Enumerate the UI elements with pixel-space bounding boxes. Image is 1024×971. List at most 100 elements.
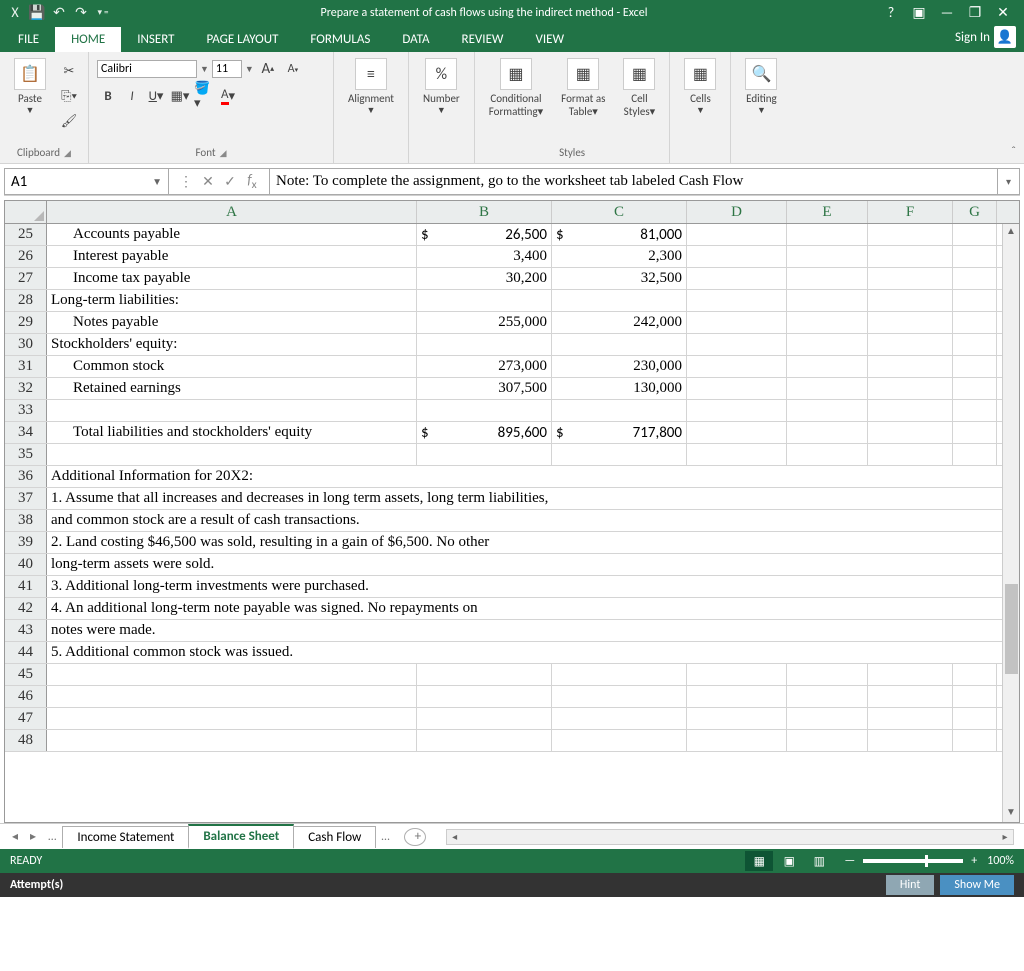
cell-styles-button[interactable]: ▦CellStyles▾ <box>617 56 661 120</box>
cell[interactable] <box>787 356 868 377</box>
cell[interactable] <box>552 708 687 729</box>
format-as-table-button[interactable]: ▦Format asTable▾ <box>555 56 611 120</box>
row-header[interactable]: 28 <box>5 290 47 311</box>
undo-icon[interactable]: ↶ <box>50 4 68 22</box>
shrink-font-icon[interactable]: A▾ <box>282 58 304 80</box>
cell[interactable]: 307,500 <box>417 378 552 399</box>
cell[interactable]: Stockholders' equity: <box>47 334 417 355</box>
cell[interactable]: Total liabilities and stockholders' equi… <box>47 422 417 443</box>
cell[interactable]: notes were made. <box>47 620 1005 641</box>
col-A[interactable]: A <box>47 201 417 223</box>
cancel-fx-icon[interactable]: ✕ <box>199 173 217 190</box>
redo-icon[interactable]: ↷ <box>72 4 90 22</box>
hint-button[interactable]: Hint <box>886 875 934 895</box>
cell[interactable] <box>47 400 417 421</box>
cell[interactable] <box>953 246 997 267</box>
row-header[interactable]: 41 <box>5 576 47 597</box>
cell[interactable]: $81,000 <box>552 224 687 245</box>
cell[interactable] <box>787 290 868 311</box>
cell[interactable] <box>417 444 552 465</box>
row-header[interactable]: 33 <box>5 400 47 421</box>
cell[interactable]: 32,500 <box>552 268 687 289</box>
zoom-level[interactable]: 100% <box>987 854 1014 868</box>
row-header[interactable]: 47 <box>5 708 47 729</box>
sheet-more[interactable]: … <box>375 830 395 844</box>
help-icon[interactable]: ? <box>880 4 902 21</box>
tab-file[interactable]: FILE <box>2 27 55 52</box>
cell[interactable] <box>687 708 787 729</box>
cell[interactable] <box>787 686 868 707</box>
collapse-ribbon-icon[interactable]: ˆ <box>1011 145 1016 159</box>
cell[interactable] <box>687 664 787 685</box>
cell[interactable]: 3,400 <box>417 246 552 267</box>
cell[interactable]: $26,500 <box>417 224 552 245</box>
row-header[interactable]: 26 <box>5 246 47 267</box>
cell[interactable] <box>687 686 787 707</box>
cell[interactable]: 2,300 <box>552 246 687 267</box>
cell[interactable] <box>787 730 868 751</box>
cell[interactable] <box>953 356 997 377</box>
cell[interactable] <box>868 312 953 333</box>
cell[interactable] <box>687 312 787 333</box>
close-icon[interactable]: ✕ <box>992 4 1014 21</box>
tab-formulas[interactable]: FORMULAS <box>294 27 386 52</box>
tab-home[interactable]: HOME <box>55 27 121 52</box>
hscroll-left-icon[interactable]: ◂ <box>447 830 463 844</box>
scroll-thumb[interactable] <box>1005 584 1018 674</box>
cell[interactable] <box>868 356 953 377</box>
row-header[interactable]: 42 <box>5 598 47 619</box>
fx-icon[interactable]: fx <box>243 171 261 192</box>
fill-color-button[interactable]: 🪣▾ <box>193 85 215 107</box>
cell[interactable] <box>552 400 687 421</box>
row-header[interactable]: 31 <box>5 356 47 377</box>
cell[interactable]: 255,000 <box>417 312 552 333</box>
page-layout-view-icon[interactable]: ▣ <box>775 851 803 871</box>
tab-page-layout[interactable]: PAGE LAYOUT <box>191 27 295 52</box>
cell[interactable] <box>868 708 953 729</box>
font-size-input[interactable] <box>212 60 242 78</box>
cell[interactable] <box>787 246 868 267</box>
formula-bar[interactable]: Note: To complete the assignment, go to … <box>269 168 998 195</box>
cell[interactable] <box>868 224 953 245</box>
col-D[interactable]: D <box>687 201 787 223</box>
row-header[interactable]: 35 <box>5 444 47 465</box>
cell[interactable] <box>868 664 953 685</box>
cell[interactable] <box>868 400 953 421</box>
minimize-icon[interactable]: — <box>936 4 958 21</box>
row-header[interactable]: 46 <box>5 686 47 707</box>
col-G[interactable]: G <box>953 201 997 223</box>
col-C[interactable]: C <box>552 201 687 223</box>
row-header[interactable]: 45 <box>5 664 47 685</box>
cell[interactable] <box>47 444 417 465</box>
page-break-view-icon[interactable]: ▥ <box>805 851 833 871</box>
save-icon[interactable]: 💾 <box>28 4 46 22</box>
cell[interactable] <box>687 334 787 355</box>
sign-in-button[interactable]: Sign In 👤 <box>947 22 1024 52</box>
row-header[interactable]: 25 <box>5 224 47 245</box>
cell[interactable] <box>687 268 787 289</box>
underline-button[interactable]: U▾ <box>145 85 167 107</box>
cell[interactable] <box>787 422 868 443</box>
cell[interactable] <box>687 422 787 443</box>
cell[interactable] <box>787 312 868 333</box>
cell[interactable] <box>787 378 868 399</box>
zoom-in-icon[interactable]: + <box>971 854 977 868</box>
sheet-income[interactable]: Income Statement <box>62 826 189 848</box>
cell[interactable] <box>868 686 953 707</box>
scroll-up-icon[interactable]: ▲ <box>1003 224 1019 241</box>
row-header[interactable]: 30 <box>5 334 47 355</box>
cell[interactable] <box>787 664 868 685</box>
sheet-nav-more[interactable]: … <box>42 830 62 844</box>
cell[interactable] <box>953 422 997 443</box>
cell[interactable] <box>552 686 687 707</box>
cell[interactable] <box>687 730 787 751</box>
cell[interactable]: Long-term liabilities: <box>47 290 417 311</box>
cell[interactable]: Accounts payable <box>47 224 417 245</box>
cell[interactable] <box>953 224 997 245</box>
cell[interactable]: 242,000 <box>552 312 687 333</box>
conditional-formatting-button[interactable]: ▦ConditionalFormatting▾ <box>483 56 549 120</box>
cell[interactable] <box>953 268 997 289</box>
cell[interactable] <box>868 444 953 465</box>
cell[interactable] <box>953 664 997 685</box>
copy-icon[interactable]: ⎘▾ <box>58 85 80 107</box>
